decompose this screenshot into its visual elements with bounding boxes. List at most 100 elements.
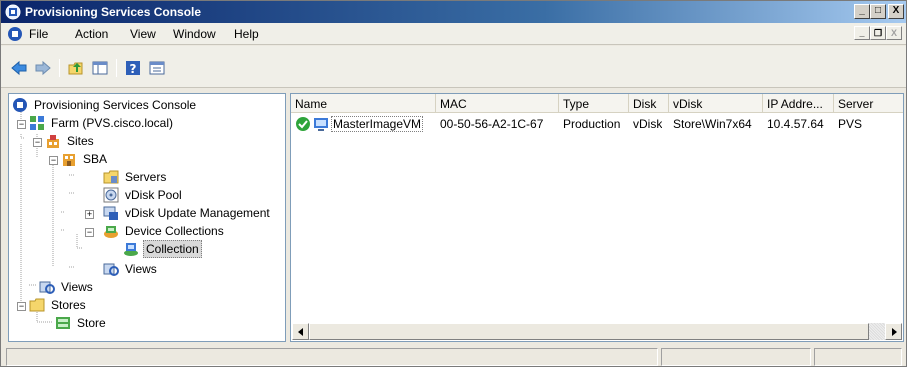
row-type: Production (563, 117, 621, 131)
device-icon (314, 118, 328, 131)
show-hide-tree-icon[interactable] (91, 59, 109, 77)
stores-icon (29, 298, 45, 312)
tree-item-label: Farm (PVS.cisco.local) (51, 116, 174, 130)
views-icon (103, 263, 119, 276)
table-row[interactable]: MasterImageVM 00-50-56-A2-1C-67 Producti… (291, 115, 903, 133)
column-header-mac[interactable]: MAC (436, 94, 559, 113)
console-icon[interactable] (7, 26, 23, 42)
maximize-button[interactable]: □ (870, 4, 886, 19)
menu-file[interactable]: File (29, 27, 48, 41)
tree-item-label: Sites (67, 134, 94, 148)
row-server: PVS (838, 117, 863, 131)
console-tree[interactable]: Provisioning Services Console − Farm (PV… (8, 93, 286, 342)
tree-item-label: Store (77, 316, 106, 330)
arrow-right-icon (892, 328, 897, 336)
menu-view[interactable]: View (130, 27, 156, 41)
console-icon (13, 98, 27, 112)
row-vdisk: Store\Win7x64 (673, 117, 752, 131)
back-icon[interactable] (10, 59, 28, 77)
status-panel-main (6, 348, 658, 366)
app-window: Provisioning Services Console _ □ X File… (0, 0, 907, 367)
vdisk-update-icon (103, 206, 118, 220)
mdi-minimize-button[interactable]: _ (854, 26, 870, 40)
status-panel-3 (814, 348, 902, 366)
tree-item-views-farm[interactable]: Views (39, 278, 95, 296)
column-header-disk[interactable]: Disk (629, 94, 669, 113)
scroll-left-button[interactable] (292, 323, 309, 340)
help-icon[interactable]: ? (124, 59, 142, 77)
column-header-vdisk[interactable]: vDisk (669, 94, 763, 113)
tree-item-collection[interactable]: Collection (123, 240, 202, 258)
collapse-toggle[interactable]: − (85, 228, 94, 237)
arrow-left-icon (298, 328, 303, 336)
tree-item-device-collections[interactable]: Device Collections (103, 222, 226, 240)
tree-item-label: vDisk Pool (125, 188, 182, 202)
column-header-type[interactable]: Type (559, 94, 629, 113)
tree-item-views-site[interactable]: Views (103, 260, 159, 278)
tree-item-farm[interactable]: Farm (PVS.cisco.local) (29, 114, 175, 132)
mdi-restore-button[interactable]: ❐ (870, 26, 886, 40)
mdi-controls: _ ❐ X (854, 26, 902, 40)
views-icon (39, 281, 55, 294)
status-bar (1, 345, 906, 366)
collapse-toggle[interactable]: − (33, 138, 42, 147)
collapse-toggle[interactable]: − (17, 302, 26, 311)
toolbar: ? (1, 46, 906, 88)
console-icon (5, 4, 21, 20)
tree-item-label: Servers (125, 170, 167, 184)
tree-item-label: Views (61, 280, 93, 294)
row-ip: 10.4.57.64 (767, 117, 824, 131)
tree-item-label: Views (125, 262, 157, 276)
tree-item-label: Provisioning Services Console (34, 98, 197, 112)
tree-item-sba[interactable]: SBA (61, 150, 109, 168)
window-controls: _ □ X (854, 4, 904, 19)
toolbar-separator (59, 59, 60, 77)
tree-item-vdisk-pool[interactable]: vDisk Pool (103, 186, 184, 204)
check-ok-icon (296, 117, 310, 131)
column-header-name[interactable]: Name (291, 94, 436, 113)
menu-help[interactable]: Help (234, 27, 259, 41)
menu-bar: File Action View Window Help _ ❐ X (1, 23, 906, 45)
horizontal-scrollbar[interactable] (292, 323, 902, 340)
tree-item-sites[interactable]: Sites (45, 132, 96, 150)
row-mac: 00-50-56-A2-1C-67 (440, 117, 544, 131)
up-folder-icon[interactable] (67, 59, 85, 77)
tree-item-servers[interactable]: Servers (103, 168, 168, 186)
forward-icon[interactable] (34, 59, 52, 77)
row-name: MasterImageVM (331, 116, 424, 132)
scroll-thumb[interactable] (309, 323, 869, 340)
tree-item-stores[interactable]: Stores (29, 296, 88, 314)
tree-item-label: Stores (51, 298, 86, 312)
tree-item-console-root[interactable]: Provisioning Services Console (12, 96, 198, 114)
column-header-server[interactable]: Server (834, 94, 903, 113)
tree-item-label: Collection (143, 240, 202, 258)
column-header-row: Name MAC Type Disk vDisk IP Addre... Ser… (291, 94, 903, 113)
collapse-toggle[interactable]: − (49, 156, 58, 165)
vdisk-pool-icon (103, 187, 119, 203)
collapse-toggle[interactable]: − (17, 120, 26, 129)
mdi-close-button[interactable]: X (886, 26, 902, 40)
store-icon (56, 317, 70, 329)
collection-icon (124, 243, 138, 256)
menu-action[interactable]: Action (75, 27, 108, 41)
site-icon (63, 154, 75, 166)
menu-window[interactable]: Window (173, 27, 216, 41)
sites-icon (47, 135, 59, 148)
column-header-ip-address[interactable]: IP Addre... (763, 94, 834, 113)
scroll-right-button[interactable] (885, 323, 902, 340)
servers-icon (103, 170, 119, 184)
row-disk: vDisk (633, 117, 663, 131)
tree-item-vdisk-update-management[interactable]: vDisk Update Management (103, 204, 272, 222)
details-list[interactable]: Name MAC Type Disk vDisk IP Addre... Ser… (290, 93, 904, 342)
title-bar[interactable]: Provisioning Services Console _ □ X (1, 1, 906, 23)
tree-item-label: vDisk Update Management (125, 206, 270, 220)
farm-icon (30, 116, 44, 130)
minimize-button[interactable]: _ (854, 4, 870, 19)
tree-item-store[interactable]: Store (55, 314, 108, 332)
tree-item-label: SBA (83, 152, 108, 166)
properties-icon[interactable] (148, 59, 166, 77)
close-button[interactable]: X (888, 4, 904, 19)
expand-toggle[interactable]: + (85, 210, 94, 219)
window-title: Provisioning Services Console (25, 5, 202, 19)
toolbar-separator (116, 59, 117, 77)
